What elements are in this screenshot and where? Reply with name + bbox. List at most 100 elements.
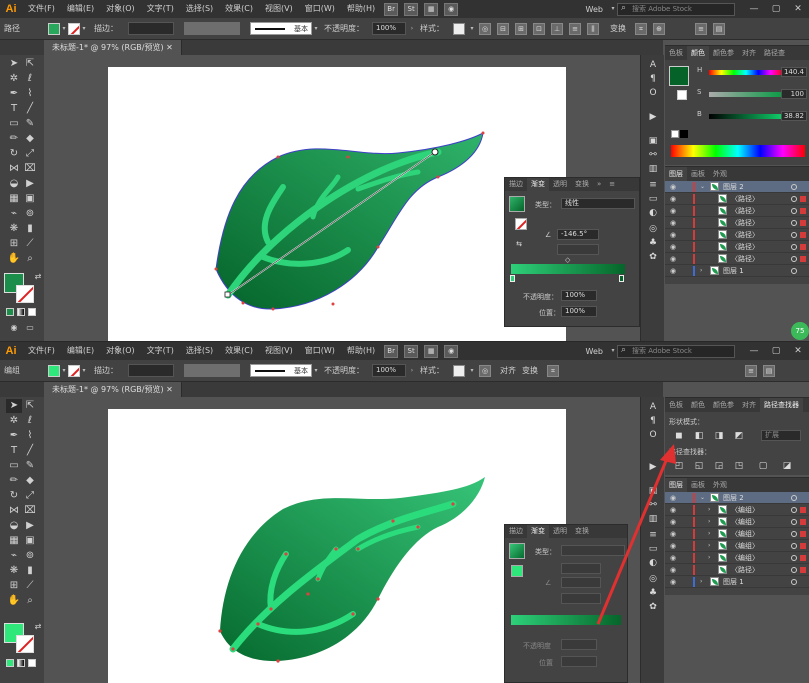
gradient-stop-start[interactable] <box>510 275 515 282</box>
perspective-grid-tool-icon[interactable]: ▦ <box>6 534 22 548</box>
menu-window[interactable]: 窗口(W) <box>299 0 341 18</box>
width-tool-icon[interactable]: ⋈ <box>6 162 22 176</box>
slice-tool-icon[interactable]: ⟋ <box>22 579 38 593</box>
hue-value-input[interactable]: 140.4 <box>781 67 807 77</box>
menu-object[interactable]: 对象(O) <box>100 0 141 18</box>
eyedropper-tool-icon[interactable]: ⌁ <box>6 549 22 563</box>
gradient-tool-icon[interactable]: ▣ <box>22 534 38 548</box>
stroke-weight-stepper[interactable] <box>128 364 174 377</box>
gradient-mode-icon[interactable] <box>17 308 25 316</box>
layer-row[interactable]: ◉ ⌄ 图层 2 <box>665 181 809 193</box>
direct-selection-tool-icon[interactable]: ⇱ <box>22 57 38 71</box>
rotate-tool-icon[interactable]: ↻ <box>6 489 22 503</box>
chevron-down-icon[interactable]: ▾ <box>312 23 320 35</box>
tab-transform[interactable]: 变换 <box>571 178 593 191</box>
opacity-input[interactable]: 100% <box>372 22 406 35</box>
width-tool-icon[interactable]: ⋈ <box>6 504 22 518</box>
paragraph-icon[interactable]: ¶ <box>647 415 659 427</box>
symbol-sprayer-tool-icon[interactable]: ❋ <box>6 564 22 578</box>
layer-row[interactable]: ◉ › 〈编组〉 <box>665 552 809 564</box>
menu-type[interactable]: 文字(T) <box>141 0 180 18</box>
saturation-slider[interactable] <box>709 92 783 97</box>
blend-tool-icon[interactable]: ⊚ <box>22 549 38 563</box>
curvature-tool-icon[interactable]: ⌇ <box>22 429 38 443</box>
selection-indicator[interactable] <box>800 567 806 573</box>
menu-view[interactable]: 视图(V) <box>259 0 299 18</box>
shape-builder-tool-icon[interactable]: ◒ <box>6 519 22 533</box>
menu-file[interactable]: 文件(F) <box>22 0 61 18</box>
selection-tool-icon[interactable]: ➤ <box>6 399 22 413</box>
white-swatch[interactable] <box>671 130 679 138</box>
line-tool-icon[interactable]: ╱ <box>22 444 38 458</box>
stock-button[interactable]: St <box>404 344 419 358</box>
target-circle-icon[interactable] <box>791 555 797 561</box>
minimize-button[interactable]: — <box>743 4 765 14</box>
variable-width-profile[interactable] <box>184 22 240 35</box>
gradient-slider[interactable] <box>511 264 625 274</box>
align-link[interactable]: 对齐 <box>500 365 516 376</box>
chevron-down-icon[interactable]: ▾ <box>60 23 68 35</box>
visibility-eye-icon[interactable]: ◉ <box>668 231 678 239</box>
align-icon[interactable]: ⊟ <box>497 22 509 35</box>
menu-select[interactable]: 选择(S) <box>180 342 219 360</box>
magic-wand-tool-icon[interactable]: ✲ <box>6 72 22 86</box>
layer-row[interactable]: ◉ › 图层 1 <box>665 265 809 277</box>
selection-indicator[interactable] <box>800 220 806 226</box>
image-trace-icon[interactable]: ▣ <box>647 135 659 147</box>
menu-edit[interactable]: 编辑(E) <box>61 342 100 360</box>
gradient-thumbnail[interactable] <box>509 543 525 559</box>
close-button[interactable]: ✕ <box>787 346 809 356</box>
target-circle-icon[interactable] <box>791 567 797 573</box>
tab-gradient[interactable]: 渐变 <box>527 178 549 191</box>
distribute-icon[interactable]: ⊡ <box>533 22 545 35</box>
stroke-panel-icon[interactable]: ≡ <box>647 179 659 191</box>
menu-select[interactable]: 选择(S) <box>180 0 219 18</box>
gpu-icon[interactable]: ◉ <box>444 2 459 16</box>
unite-icon[interactable]: ◼ <box>673 430 685 442</box>
rotate-tool-icon[interactable]: ↻ <box>6 147 22 161</box>
expand-button[interactable]: 扩展 <box>761 430 801 441</box>
brightness-value-input[interactable]: 38.82 <box>781 111 807 121</box>
color-mode-icon[interactable] <box>6 659 14 667</box>
color-mode-icon[interactable] <box>6 308 14 316</box>
menu-file[interactable]: 文件(F) <box>22 342 61 360</box>
tab-align[interactable]: 对齐 <box>738 398 760 412</box>
target-circle-icon[interactable] <box>791 543 797 549</box>
menu-help[interactable]: 帮助(H) <box>341 342 381 360</box>
hand-tool-icon[interactable]: ✋ <box>6 594 22 608</box>
tab-stroke[interactable]: 描边 <box>505 525 527 538</box>
minimize-button[interactable]: — <box>743 346 765 356</box>
slice-tool-icon[interactable]: ⟋ <box>22 237 38 251</box>
tab-color-guide[interactable]: 颜色参 <box>709 398 738 412</box>
panel-options-icon[interactable]: ≡ <box>695 22 707 35</box>
expand-toggle-icon[interactable]: › <box>708 554 714 561</box>
column-graph-tool-icon[interactable]: ▮ <box>22 564 38 578</box>
tab-pathfinder[interactable]: 路径查找器 <box>760 398 803 412</box>
layer-row[interactable]: ◉ › 〈编组〉 <box>665 528 809 540</box>
tab-transparency[interactable]: 透明 <box>549 178 571 191</box>
tab-artboards[interactable]: 画板 <box>687 167 709 181</box>
chevron-down-icon[interactable]: ▾ <box>80 365 88 377</box>
tab-color[interactable]: 颜色 <box>687 46 709 60</box>
draw-mode-icon[interactable]: ◉ <box>6 321 22 335</box>
reverse-gradient-icon[interactable]: ⇆ <box>513 238 525 250</box>
visibility-eye-icon[interactable]: ◉ <box>668 219 678 227</box>
menu-window[interactable]: 窗口(W) <box>299 342 341 360</box>
free-transform-tool-icon[interactable]: ⌧ <box>22 504 38 518</box>
align-middle-icon[interactable]: ≡ <box>569 22 581 35</box>
isolate-group-icon[interactable]: ⌗ <box>547 364 559 377</box>
selection-indicator[interactable] <box>800 196 806 202</box>
tab-color[interactable]: 颜色 <box>687 398 709 412</box>
chevron-down-icon[interactable]: ▾ <box>609 3 617 15</box>
eraser-tool-icon[interactable]: ◆ <box>22 132 38 146</box>
expand-toggle-icon[interactable]: › <box>708 542 714 549</box>
column-graph-tool-icon[interactable]: ▮ <box>22 222 38 236</box>
shape-builder-tool-icon[interactable]: ◒ <box>6 177 22 191</box>
opentype-icon[interactable]: O <box>647 429 659 441</box>
arrange-icon[interactable]: ▤ <box>713 22 725 35</box>
none-mode-icon[interactable] <box>28 659 36 667</box>
target-circle-icon[interactable] <box>791 244 797 250</box>
gradient-type-select[interactable]: 线性 <box>561 198 635 209</box>
maximize-button[interactable]: ▢ <box>765 4 787 14</box>
lasso-tool-icon[interactable]: ℓ <box>22 414 38 428</box>
